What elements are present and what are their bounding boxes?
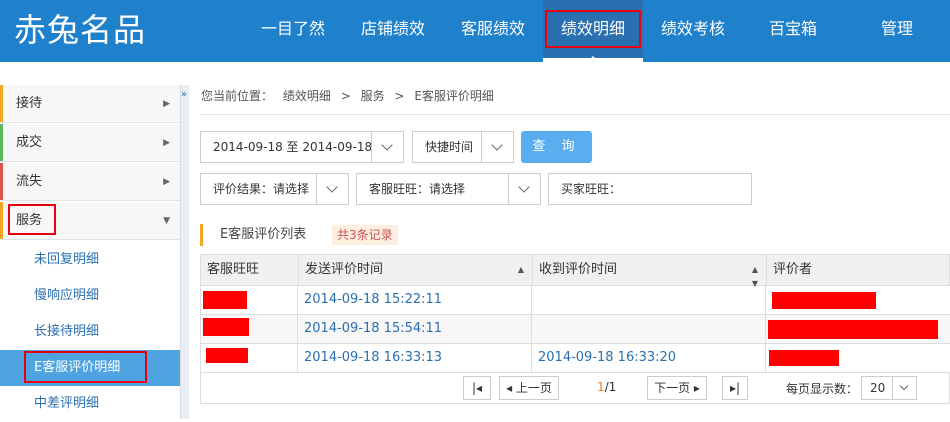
nav-manage[interactable]: 管理 bbox=[843, 0, 950, 62]
highlight-box bbox=[545, 10, 641, 48]
chevron-down-icon bbox=[892, 377, 916, 399]
current-page: 1 bbox=[597, 380, 605, 394]
chevron-right-icon: ▶ bbox=[163, 138, 170, 148]
per-page-value: 20 bbox=[870, 381, 886, 395]
sidebar-group-label: 成交 bbox=[16, 135, 43, 150]
breadcrumb-item: E客服评价明细 bbox=[414, 89, 494, 103]
column-header-label: 发送评价时间 bbox=[305, 262, 384, 277]
rating-result-select[interactable]: 评价结果：请选择 bbox=[200, 173, 349, 205]
sidebar-item-e-service-rating[interactable]: E客服评价明细 bbox=[0, 350, 180, 386]
redaction bbox=[768, 320, 938, 339]
breadcrumb-prefix: 您当前位置： bbox=[201, 89, 274, 103]
chevron-down-icon bbox=[481, 132, 513, 162]
column-header-label: 客服旺旺 bbox=[207, 262, 260, 277]
chevron-down-icon bbox=[508, 174, 540, 204]
sidebar: 接待 ▶ 成交 ▶ 流失 ▶ 服务 ▼ 未回复明细 慢响应明细 长接待明细 E客… bbox=[0, 85, 180, 419]
last-page-button[interactable]: ▸| bbox=[722, 376, 748, 400]
redaction bbox=[203, 291, 247, 309]
breadcrumb-separator: > bbox=[394, 89, 405, 103]
quick-time-select[interactable]: 快捷时间 bbox=[412, 131, 514, 163]
table-row: 2014-09-18 16:33:13 2014-09-18 16:33:20 bbox=[200, 344, 950, 373]
buyer-wangwang-input[interactable]: 买家旺旺： bbox=[548, 173, 752, 205]
sidebar-group-service[interactable]: 服务 ▼ bbox=[0, 202, 180, 240]
chevron-right-icon: ▶ bbox=[163, 177, 170, 187]
sidebar-item-unreplied[interactable]: 未回复明细 bbox=[0, 242, 180, 278]
column-header-label: 评价者 bbox=[773, 262, 813, 277]
service-wangwang-value: 客服旺旺：请选择 bbox=[369, 182, 466, 196]
next-page-button[interactable]: 下一页 ▸ bbox=[647, 376, 707, 400]
sidebar-item-negative-reviews[interactable]: 中差评明细 bbox=[0, 386, 180, 422]
chevron-down-icon bbox=[316, 174, 348, 204]
column-header[interactable]: 收到评价时间 ▲ ▼ bbox=[533, 255, 767, 288]
breadcrumb: 您当前位置： 绩效明细 > 服务 > E客服评价明细 bbox=[201, 87, 500, 104]
rating-result-value: 评价结果：请选择 bbox=[213, 182, 310, 196]
divider bbox=[200, 114, 950, 115]
sidebar-group-lost[interactable]: 流失 ▶ bbox=[0, 163, 180, 201]
record-count-badge: 共3条记录 bbox=[332, 225, 398, 245]
sidebar-item-slow-response[interactable]: 慢响应明细 bbox=[0, 278, 180, 314]
table-header: 客服旺旺 发送评价时间 ▲ 收到评价时间 ▲ ▼ 评价者 bbox=[200, 254, 950, 288]
section-title: E客服评价列表 bbox=[200, 224, 306, 246]
table-cell: 2014-09-18 16:33:20 bbox=[532, 344, 766, 372]
first-page-button[interactable]: |◂ bbox=[463, 376, 491, 400]
top-header: 赤兔名品 一目了然 店铺绩效 客服绩效 绩效明细 绩效考核 百宝箱 管理 bbox=[0, 0, 950, 62]
service-wangwang-select[interactable]: 客服旺旺：请选择 bbox=[356, 173, 541, 205]
prev-page-button[interactable]: ◂ 上一页 bbox=[499, 376, 559, 400]
total-pages: /1 bbox=[604, 380, 617, 394]
column-header[interactable]: 客服旺旺 bbox=[201, 255, 299, 285]
table-cell: 2014-09-18 16:33:13 bbox=[298, 344, 532, 372]
sidebar-group-label: 接待 bbox=[16, 96, 43, 111]
chevron-down-icon bbox=[371, 132, 403, 162]
sort-asc-icon: ▲ bbox=[517, 265, 524, 274]
pagination: |◂ ◂ 上一页 1/1 下一页 ▸ ▸| 每页显示数： 20 bbox=[200, 372, 950, 404]
breadcrumb-item[interactable]: 服务 bbox=[361, 89, 385, 103]
quick-time-value: 快捷时间 bbox=[425, 140, 474, 154]
group-color-bar bbox=[0, 163, 3, 200]
chevron-down-icon: ▼ bbox=[163, 216, 170, 226]
active-caret-icon bbox=[587, 56, 599, 62]
nav-toolbox[interactable]: 百宝箱 bbox=[743, 0, 843, 62]
sidebar-group-label: 服务 bbox=[16, 213, 43, 228]
query-button[interactable]: 查 询 bbox=[521, 131, 592, 163]
table-cell bbox=[532, 315, 766, 343]
redaction bbox=[772, 292, 876, 309]
redaction bbox=[206, 348, 248, 363]
sidebar-group-deal[interactable]: 成交 ▶ bbox=[0, 124, 180, 162]
table-cell: 2014-09-18 15:22:11 bbox=[298, 286, 532, 314]
group-color-bar bbox=[0, 202, 3, 239]
group-color-bar bbox=[0, 124, 3, 161]
nav-overview[interactable]: 一目了然 bbox=[243, 0, 343, 62]
double-chevron-icon: » bbox=[181, 89, 188, 100]
nav-performance-detail[interactable]: 绩效明细 bbox=[543, 0, 643, 62]
date-range-value: 2014-09-18 至 2014-09-18 bbox=[213, 140, 373, 154]
table-row: 2014-09-18 15:22:11 bbox=[200, 286, 950, 315]
per-page-select[interactable]: 20 bbox=[861, 376, 917, 400]
table-cell: 2014-09-18 15:54:11 bbox=[298, 315, 532, 343]
column-header[interactable]: 发送评价时间 ▲ bbox=[299, 255, 533, 285]
table-row: 2014-09-18 15:54:11 bbox=[200, 315, 950, 344]
nav-assessment[interactable]: 绩效考核 bbox=[643, 0, 743, 62]
column-header-label: 收到评价时间 bbox=[539, 262, 618, 277]
chevron-right-icon: ▶ bbox=[163, 99, 170, 109]
nav-service-performance[interactable]: 客服绩效 bbox=[443, 0, 543, 62]
group-color-bar bbox=[0, 85, 3, 122]
date-range-select[interactable]: 2014-09-18 至 2014-09-18 bbox=[200, 131, 404, 163]
sidebar-item-long-reception[interactable]: 长接待明细 bbox=[0, 314, 180, 350]
buyer-wangwang-label: 买家旺旺： bbox=[561, 182, 622, 196]
app-logo[interactable]: 赤兔名品 bbox=[14, 10, 146, 50]
main-nav: 一目了然 店铺绩效 客服绩效 绩效明细 绩效考核 百宝箱 管理 bbox=[243, 0, 950, 62]
sidebar-collapse-button[interactable]: » bbox=[180, 85, 189, 419]
column-header[interactable]: 评价者 bbox=[767, 255, 950, 285]
nav-shop-performance[interactable]: 店铺绩效 bbox=[343, 0, 443, 62]
redaction bbox=[203, 318, 249, 336]
sidebar-group-label: 流失 bbox=[16, 174, 43, 189]
table-cell bbox=[532, 286, 766, 314]
sidebar-group-reception[interactable]: 接待 ▶ bbox=[0, 85, 180, 123]
breadcrumb-separator: > bbox=[340, 89, 351, 103]
redaction bbox=[769, 350, 839, 366]
breadcrumb-item[interactable]: 绩效明细 bbox=[283, 89, 331, 103]
per-page-label: 每页显示数： bbox=[786, 382, 859, 396]
page-indicator: 1/1 bbox=[597, 380, 616, 394]
